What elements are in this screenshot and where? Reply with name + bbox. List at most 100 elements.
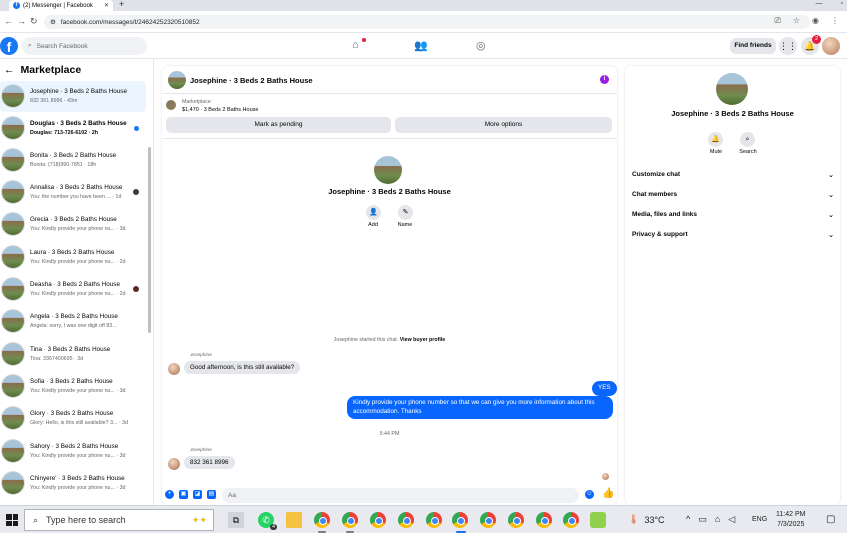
network-icon[interactable]: ⌂ bbox=[715, 514, 720, 525]
facebook-header: f ⌕ Search Facebook ⌂ 👥 ◎ Find friends ⋮… bbox=[0, 33, 847, 59]
more-options-button[interactable]: More options bbox=[395, 117, 612, 133]
conversation-name: Douglas · 3 Beds 2 Baths House bbox=[30, 120, 127, 127]
search-facebook-input[interactable]: ⌕ Search Facebook bbox=[22, 37, 147, 55]
gif-icon[interactable]: ▤ bbox=[207, 490, 216, 499]
conversation-item[interactable]: Glory · 3 Beds 2 Baths House Glory: Hell… bbox=[0, 403, 146, 434]
taskbar-search-box[interactable]: ⌕ Type here to search ✦✦ bbox=[24, 509, 214, 531]
conversation-item[interactable]: Douglas · 3 Beds 2 Baths House Douglas: … bbox=[0, 113, 146, 144]
sticker-icon[interactable]: ◪ bbox=[193, 490, 202, 499]
conversation-name: Tina · 3 Beds 2 Baths House bbox=[30, 346, 111, 353]
customize-chat-item[interactable]: Customize chat ⌄ bbox=[632, 171, 834, 179]
chrome-icon[interactable] bbox=[480, 512, 496, 528]
url-text: facebook.com/messages/t/2462425232051085… bbox=[60, 18, 200, 26]
conversation-item[interactable]: Sofia · 3 Beds 2 Baths House You: Kindly… bbox=[0, 371, 146, 402]
chrome-icon[interactable] bbox=[426, 512, 442, 528]
message-input[interactable]: Aa bbox=[222, 488, 579, 503]
chat-panel: Josephine · 3 Beds 2 Baths House i Marke… bbox=[162, 66, 617, 505]
menu-grid-icon[interactable]: ⋮⋮ bbox=[779, 37, 797, 55]
conversation-info-icon[interactable]: i bbox=[600, 75, 609, 84]
conversation-item[interactable]: Sahory · 3 Beds 2 Baths House You: Kindl… bbox=[0, 436, 146, 467]
chrome-icon[interactable] bbox=[314, 512, 330, 528]
conversation-name: Chinyere' · 3 Beds 2 Baths House bbox=[30, 475, 125, 482]
conversation-item[interactable]: Angela · 3 Beds 2 Baths House Angela: so… bbox=[0, 306, 146, 337]
seen-avatar bbox=[602, 473, 609, 480]
forward-icon[interactable]: → bbox=[17, 16, 26, 26]
chevron-down-icon: ⌄ bbox=[828, 192, 834, 199]
chat-title[interactable]: Josephine · 3 Beds 2 Baths House bbox=[190, 76, 313, 85]
chevron-down-icon: ⌄ bbox=[828, 212, 834, 219]
search-icon[interactable]: ⌕ bbox=[740, 132, 755, 147]
chat-avatar[interactable] bbox=[168, 71, 186, 89]
conversation-item[interactable]: Josephine · 3 Beds 2 Baths House 832 361… bbox=[0, 81, 146, 112]
conversation-snippet: Glory: Hello, is this still available? 3… bbox=[30, 420, 129, 426]
item-label: Customize chat bbox=[632, 171, 681, 178]
minimize-icon[interactable]: — bbox=[816, 0, 823, 7]
chrome-icon[interactable] bbox=[563, 512, 579, 528]
volume-icon[interactable]: ◁ bbox=[728, 514, 735, 525]
conversation-item[interactable]: Tina · 3 Beds 2 Baths House Tina: 336740… bbox=[0, 339, 146, 370]
language-indicator[interactable]: ENG bbox=[752, 516, 767, 523]
facebook-logo-icon[interactable]: f bbox=[0, 37, 18, 55]
add-person-icon[interactable]: 👤 bbox=[366, 205, 381, 220]
listing-thumbnail bbox=[1, 180, 25, 204]
back-icon[interactable]: ← bbox=[4, 16, 13, 26]
conversation-list-scrollbar[interactable] bbox=[148, 147, 151, 333]
url-field[interactable]: ⚙ facebook.com/messages/t/24624252320510… bbox=[44, 15, 810, 29]
conversation-item[interactable]: Deasha · 3 Beds 2 Baths House You: Kindl… bbox=[0, 274, 146, 305]
find-friends-button[interactable]: Find friends bbox=[730, 38, 776, 54]
sender-avatar[interactable] bbox=[168, 363, 180, 375]
conversation-item[interactable]: Grecia · 3 Beds 2 Baths House You: Kindl… bbox=[0, 209, 146, 240]
friends-icon[interactable]: 👥 bbox=[414, 39, 428, 52]
file-explorer-icon[interactable] bbox=[286, 512, 302, 528]
chevron-up-icon[interactable]: ^ bbox=[686, 514, 690, 525]
chrome-icon[interactable] bbox=[536, 512, 552, 528]
name-label: Name bbox=[397, 222, 413, 228]
back-arrow-icon[interactable]: ← bbox=[4, 64, 15, 76]
mark-as-pending-button[interactable]: Mark as pending bbox=[166, 117, 391, 133]
menu-dots-icon[interactable]: ⋮ bbox=[831, 16, 839, 26]
conversation-item[interactable]: Laura · 3 Beds 2 Baths House You: Kindly… bbox=[0, 242, 146, 273]
battery-icon[interactable]: ▭ bbox=[698, 514, 707, 525]
emoji-icon[interactable]: ☺ bbox=[585, 490, 594, 499]
chat-members-item[interactable]: Chat members ⌄ bbox=[632, 191, 834, 199]
install-icon[interactable]: ⎚ bbox=[774, 16, 780, 26]
listing-thumbnail bbox=[1, 439, 25, 463]
reload-icon[interactable]: ↻ bbox=[30, 16, 38, 27]
media-files-links-item[interactable]: Media, files and links ⌄ bbox=[632, 211, 834, 219]
conversation-item[interactable]: Annalisa · 3 Beds 2 Baths House You: the… bbox=[0, 177, 146, 208]
chrome-icon[interactable] bbox=[508, 512, 524, 528]
mute-bell-icon[interactable]: 🔔 bbox=[708, 132, 723, 147]
chrome-icon[interactable] bbox=[370, 512, 386, 528]
edit-name-icon[interactable]: ✎ bbox=[398, 205, 413, 220]
taskbar-clock[interactable]: 11:42 PM 7/3/2025 bbox=[776, 510, 805, 530]
chrome-icon[interactable] bbox=[342, 512, 358, 528]
notification-center-icon[interactable]: ▢ bbox=[826, 514, 835, 525]
windows-start-icon[interactable] bbox=[6, 514, 18, 526]
profile-icon[interactable]: ◉ bbox=[812, 16, 819, 26]
app-icon[interactable] bbox=[590, 512, 606, 528]
plus-icon[interactable]: + bbox=[165, 490, 174, 499]
conversation-item[interactable]: Bonita · 3 Beds 2 Baths House Bonita: (7… bbox=[0, 145, 146, 176]
browser-tab[interactable]: f (2) Messenger | Facebook ✕ bbox=[9, 0, 113, 11]
home-icon[interactable]: ⌂ bbox=[352, 39, 359, 51]
site-info-icon[interactable]: ⚙ bbox=[50, 18, 56, 26]
view-buyer-profile-link[interactable]: View buyer profile bbox=[400, 337, 446, 343]
weather-widget[interactable]: 🌡 33°C bbox=[628, 514, 665, 525]
task-view-icon[interactable]: ⧉ bbox=[228, 512, 244, 528]
home-notification-dot bbox=[362, 38, 366, 42]
bookmark-star-icon[interactable]: ☆ bbox=[793, 16, 800, 26]
photo-icon[interactable]: ▣ bbox=[179, 490, 188, 499]
chrome-icon[interactable] bbox=[398, 512, 414, 528]
thumbs-up-icon[interactable]: 👍 bbox=[602, 488, 614, 499]
sender-avatar[interactable] bbox=[168, 458, 180, 470]
close-tab-icon[interactable]: ✕ bbox=[104, 2, 109, 9]
maximize-icon[interactable]: ▫ bbox=[841, 0, 843, 7]
account-avatar[interactable] bbox=[822, 37, 840, 55]
chrome-icon[interactable] bbox=[452, 512, 468, 528]
privacy-support-item[interactable]: Privacy & support ⌄ bbox=[632, 231, 834, 239]
new-tab-button[interactable]: + bbox=[119, 0, 124, 9]
search-icon: ⌕ bbox=[28, 42, 32, 49]
conversation-item[interactable]: Chinyere' · 3 Beds 2 Baths House You: Ki… bbox=[0, 468, 146, 499]
address-bar-row: ← → ↻ ⚙ facebook.com/messages/t/24624252… bbox=[0, 11, 847, 33]
gaming-icon[interactable]: ◎ bbox=[476, 39, 486, 52]
